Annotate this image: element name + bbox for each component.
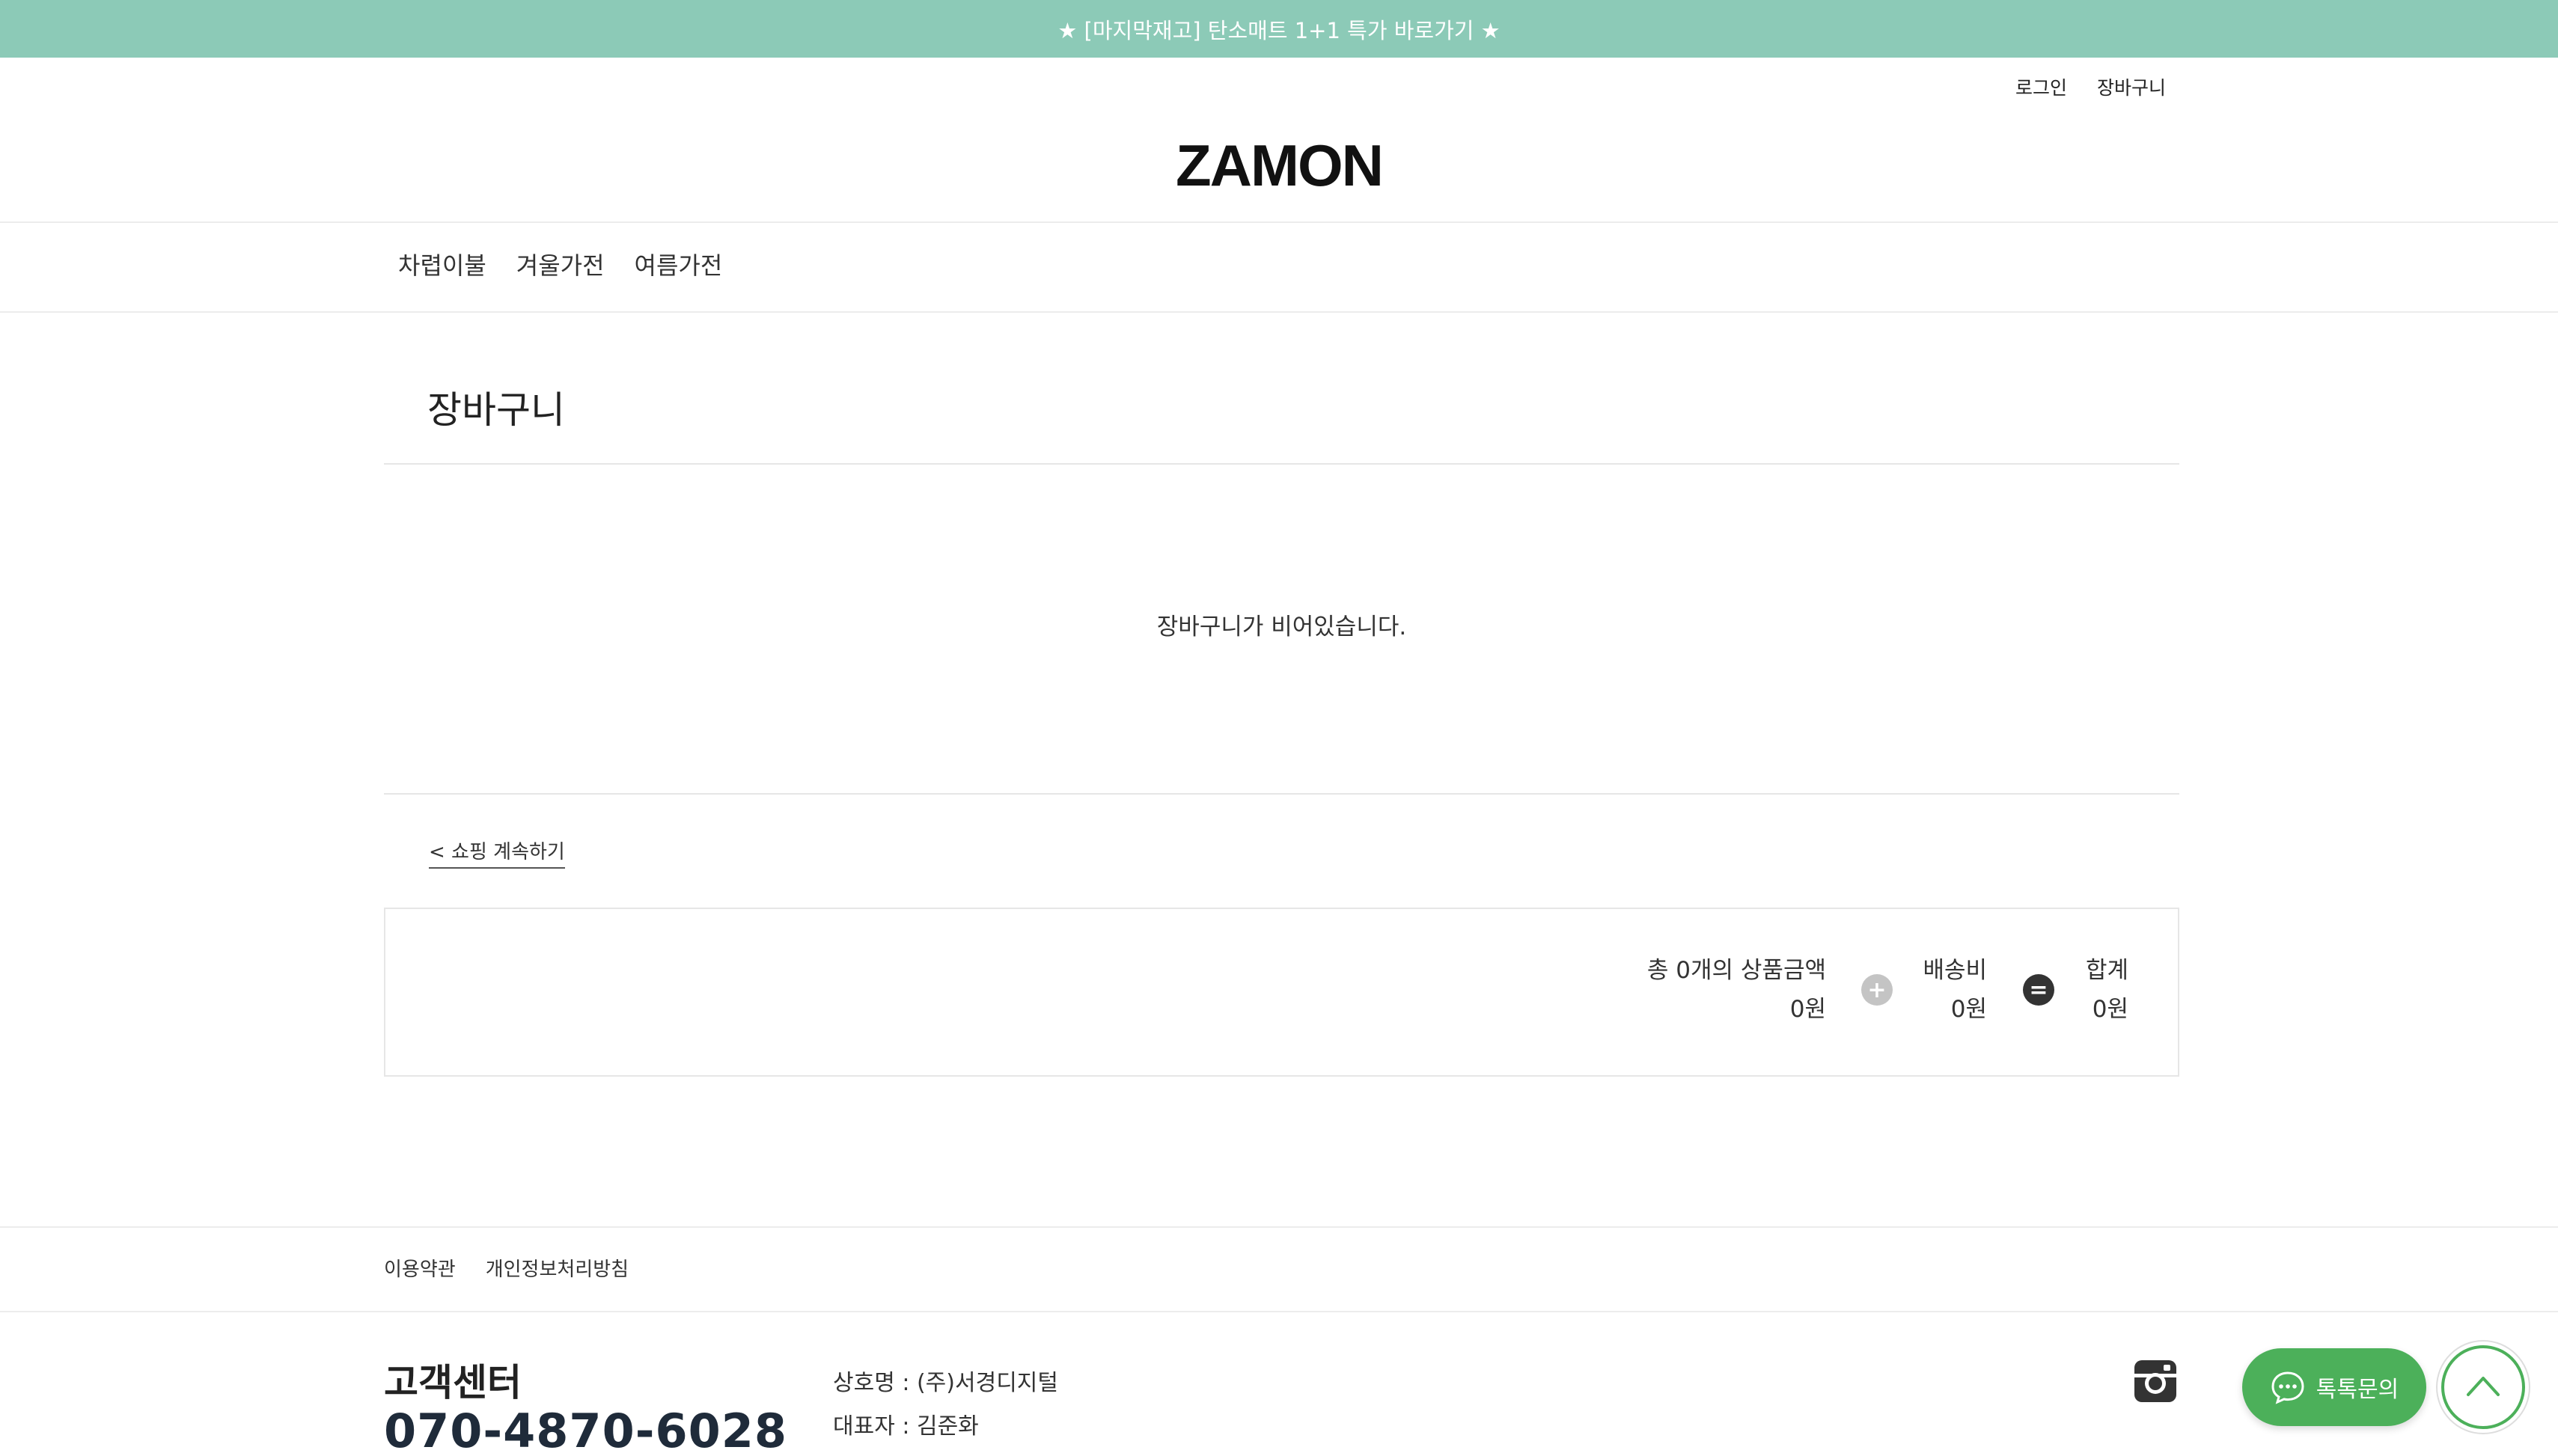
utility-nav: 로그인 장바구니 (2015, 73, 2166, 100)
scroll-top-button[interactable] (2441, 1345, 2525, 1429)
instagram-icon[interactable] (2132, 1358, 2179, 1404)
page-title: 장바구니 (427, 388, 565, 432)
privacy-policy-link[interactable]: 개인정보처리방침 (486, 1254, 629, 1282)
company-ceo: 대표자 : 김준화 (833, 1413, 979, 1440)
terms-link[interactable]: 이용약관 (384, 1254, 456, 1282)
chevron-up-icon (2467, 1377, 2500, 1396)
company-name: 상호명 : (주)서경디지털 (833, 1370, 1058, 1396)
talk-inquiry-label: 톡톡문의 (2316, 1377, 2399, 1403)
nav-item-summer-appliances[interactable]: 여름가전 (635, 247, 723, 281)
nav-item-winter-appliances[interactable]: 겨울가전 (516, 247, 605, 281)
total-amount-label: 합계 (2085, 957, 2128, 984)
products-amount-value: 0원 (1789, 996, 1826, 1023)
promo-banner-text[interactable]: ★ [마지막재고] 탄소매트 1+1 특가 바로가기 ★ (1057, 13, 1500, 45)
customer-center-title: 고객센터 (384, 1361, 522, 1404)
chat-bubble-icon (2270, 1369, 2306, 1405)
shipping-fee: 배송비 0원 (1923, 951, 1987, 1029)
customer-center-phone: 070-4870-6028 (384, 1404, 788, 1456)
total-amount: 합계 0원 (2086, 951, 2128, 1029)
equals-icon: = (2023, 974, 2054, 1006)
footer-top-divider (0, 1226, 2558, 1228)
footer-links: 이용약관 개인정보처리방침 (384, 1254, 629, 1282)
plus-icon: + (1861, 974, 1893, 1006)
site-logo[interactable]: ZAMON (0, 132, 2558, 199)
cart-top-divider (384, 463, 2179, 465)
products-amount-label: 총 0개의 상품금액 (1646, 957, 1826, 984)
shipping-fee-value: 0원 (1950, 996, 1987, 1023)
continue-shopping-link[interactable]: < 쇼핑 계속하기 (429, 836, 565, 869)
main-nav: 차렵이불 겨울가전 여름가전 (398, 247, 722, 281)
talk-inquiry-button[interactable]: 톡톡문의 (2242, 1348, 2426, 1426)
total-amount-value: 0원 (2092, 996, 2128, 1023)
cart-bottom-divider (384, 793, 2179, 795)
footer-links-divider (0, 1311, 2558, 1312)
empty-cart-message: 장바구니가 비어있습니다. (1156, 614, 1407, 640)
header-divider (0, 221, 2558, 223)
order-summary: 총 0개의 상품금액 0원 + 배송비 0원 = 합계 0원 (384, 908, 2179, 1077)
products-amount: 총 0개의 상품금액 0원 (1647, 951, 1826, 1029)
nav-item-blankets[interactable]: 차렵이불 (398, 247, 486, 281)
login-link[interactable]: 로그인 (2015, 73, 2067, 100)
nav-divider (0, 311, 2558, 313)
promo-banner[interactable]: ★ [마지막재고] 탄소매트 1+1 특가 바로가기 ★ (0, 0, 2558, 58)
shipping-fee-label: 배송비 (1923, 957, 1987, 984)
cart-link[interactable]: 장바구니 (2097, 73, 2166, 100)
